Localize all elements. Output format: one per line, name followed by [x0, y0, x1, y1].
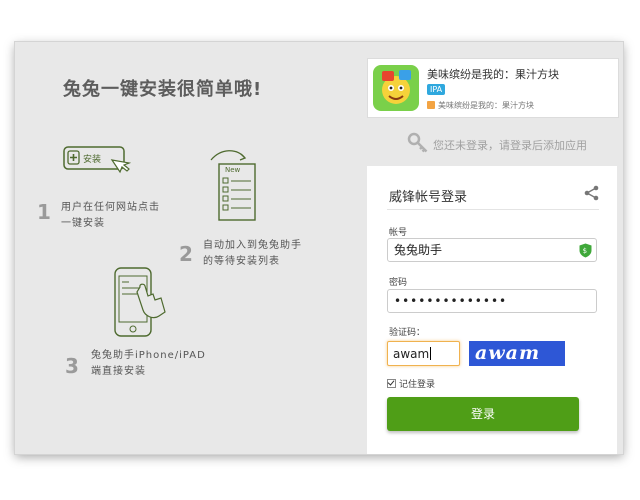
install-button-text: 安装: [83, 153, 101, 165]
login-button[interactable]: 登录: [387, 397, 579, 431]
step-1-line1: 用户在任何网站点击: [61, 202, 160, 213]
step-3-line2: 端直接安装: [91, 366, 146, 377]
step-3-line1: 兔兔助手iPhone/iPAD: [91, 350, 206, 361]
account-field[interactable]: 兔兔助手 $: [387, 238, 597, 262]
account-label: 帐号: [389, 228, 408, 238]
password-label: 密码: [389, 278, 408, 288]
step-1-number: 1: [37, 200, 51, 224]
captcha-label: 验证码：: [389, 328, 426, 338]
app-name: 美味缤纷是我的：果汁方块: [427, 68, 559, 81]
step-2-text: 自动加入到兔兔助手 的等待安装列表: [203, 238, 302, 270]
login-panel: 美味缤纷是我的：果汁方块 IPA 美味缤纷是我的：果汁方块 您还未登录，请登录后…: [367, 42, 619, 454]
account-value: 兔兔助手: [394, 243, 443, 257]
page-title: 兔兔一键安装很简单哦!: [63, 79, 263, 100]
login-notice-text: 您还未登录，请登录后添加应用: [433, 139, 587, 152]
step-2-line1: 自动加入到兔兔助手: [203, 240, 302, 251]
captcha-image[interactable]: awam: [469, 341, 565, 366]
share-icon[interactable]: [583, 184, 601, 202]
remember-checkbox[interactable]: [387, 379, 396, 388]
tag-icon: [427, 101, 435, 109]
key-icon: [407, 132, 428, 153]
instructions-panel: 兔兔一键安装很简单哦! 安装 1 用户在任何网站点击 一键安装 New 2 自动…: [15, 42, 365, 454]
login-title: 威锋帐号登录: [389, 190, 468, 205]
app-subtitle: 美味缤纷是我的：果汁方块: [427, 100, 534, 111]
app-icon: [373, 65, 419, 111]
install-dialog: 兔兔一键安装很简单哦! 安装 1 用户在任何网站点击 一键安装 New 2 自动…: [15, 42, 623, 454]
phone-touch-illustration: [114, 267, 166, 337]
app-subtitle-text: 美味缤纷是我的：果汁方块: [438, 101, 534, 110]
install-button-illustration: 安装: [63, 146, 131, 174]
text-caret: [430, 347, 432, 360]
remember-login[interactable]: 记住登录: [387, 377, 435, 390]
divider: [387, 209, 599, 210]
captcha-field[interactable]: awam: [387, 341, 460, 366]
step-2-line2: 的等待安装列表: [203, 256, 280, 267]
step-1-text: 用户在任何网站点击 一键安装: [61, 200, 160, 232]
shield-icon: $: [579, 243, 592, 258]
step-3-text: 兔兔助手iPhone/iPAD 端直接安装: [91, 348, 206, 380]
list-header-text: New: [225, 166, 241, 174]
step-1-line2: 一键安装: [61, 218, 105, 229]
password-field[interactable]: ••••••••••••••: [387, 289, 597, 313]
captcha-value: awam: [393, 347, 430, 361]
svg-text:$: $: [583, 247, 587, 255]
app-card: 美味缤纷是我的：果汁方块 IPA 美味缤纷是我的：果汁方块: [367, 58, 619, 118]
install-list-illustration: New: [210, 150, 256, 221]
step-3-number: 3: [65, 354, 79, 378]
ipa-badge: IPA: [427, 84, 446, 95]
step-2-number: 2: [179, 242, 193, 266]
login-notice: 您还未登录，请登录后添加应用: [407, 132, 617, 154]
remember-label: 记住登录: [399, 380, 436, 390]
login-form: 威锋帐号登录 帐号 兔兔助手 $ 密码 •••••••••••••• 验证码： …: [367, 166, 617, 454]
